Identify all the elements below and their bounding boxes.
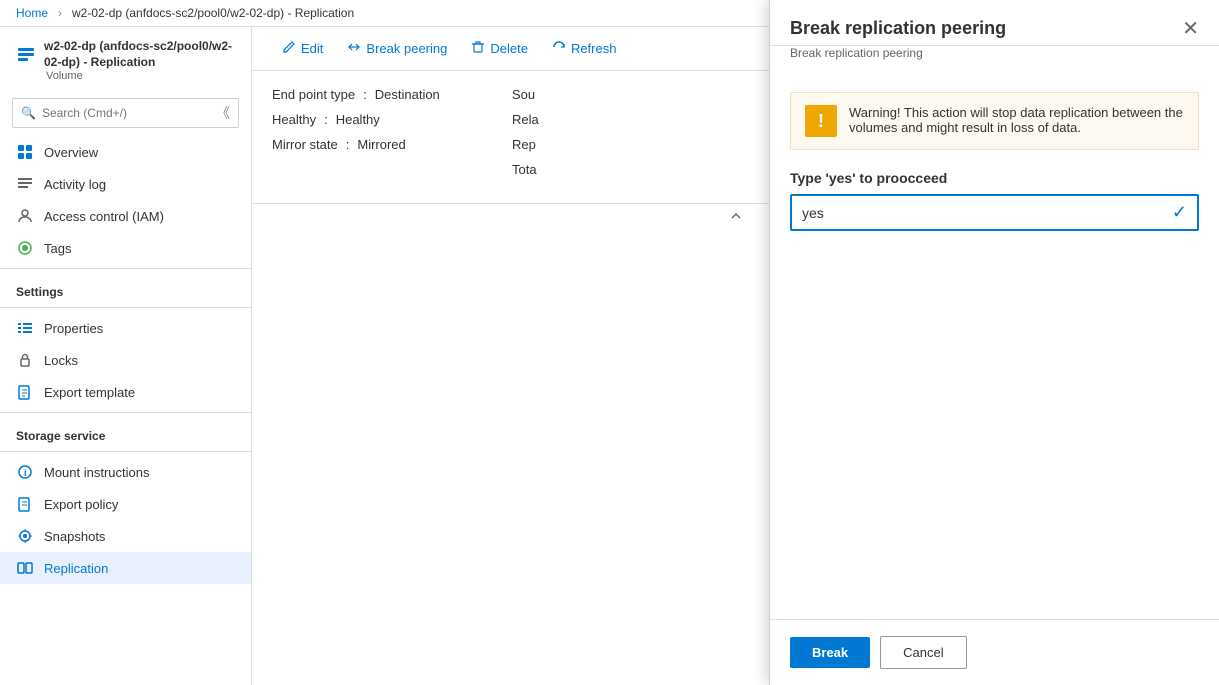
endpoint-type-label: End point type [272,87,355,102]
sidebar-item-activity-log[interactable]: Activity log [0,168,251,200]
sidebar-item-properties[interactable]: Properties [0,312,251,344]
locks-label: Locks [44,353,78,368]
mount-instructions-label: Mount instructions [44,465,150,480]
panel-footer: Break Cancel [770,619,1219,685]
break-peering-icon [347,40,361,57]
search-input[interactable] [42,106,210,120]
breadcrumb-current: w2-02-dp (anfdocs-sc2/pool0/w2-02-dp) - … [72,6,354,20]
search-box[interactable]: 🔍 《 [12,98,239,128]
home-link[interactable]: Home [16,6,48,20]
sidebar-title: w2-02-dp (anfdocs-sc2/pool0/w2-02-dp) - … [16,39,235,70]
warning-box: ! Warning! This action will stop data re… [790,92,1199,150]
volume-icon [16,44,36,66]
snapshots-label: Snapshots [44,529,105,544]
break-replication-panel: Break replication peering ✕ Break replic… [769,0,1219,685]
activity-log-label: Activity log [44,177,106,192]
refresh-button[interactable]: Refresh [542,35,627,62]
panel-header: Break replication peering ✕ [770,0,1219,46]
settings-section-label: Settings [0,273,251,303]
tags-label: Tags [44,241,71,256]
activity-log-icon [16,175,34,193]
breadcrumb-separator: › [58,6,62,20]
sidebar-item-locks[interactable]: Locks [0,344,251,376]
export-policy-icon [16,495,34,513]
sidebar-item-export-policy[interactable]: Export policy [0,488,251,520]
healthy-label: Healthy [272,112,316,127]
yes-check-icon: ✓ [1172,202,1187,223]
panel-subtitle: Break replication peering [770,46,1219,72]
overview-icon [16,143,34,161]
rep-label: Rep [512,137,536,152]
sidebar-item-replication[interactable]: Replication [0,552,251,584]
break-button[interactable]: Break [790,637,870,668]
locks-icon [16,351,34,369]
delete-label: Delete [490,41,528,56]
refresh-label: Refresh [571,41,617,56]
relationship-label: Rela [512,112,539,127]
mirror-state-value: Mirrored [357,137,405,152]
sidebar-item-mount-instructions[interactable]: i Mount instructions [0,456,251,488]
refresh-icon [552,40,566,57]
access-control-label: Access control (IAM) [44,209,164,224]
snapshots-icon [16,527,34,545]
access-control-icon [16,207,34,225]
panel-title: Break replication peering [790,18,1006,39]
source-label: Sou [512,87,535,102]
export-template-label: Export template [44,385,135,400]
yes-label: Type 'yes' to proocceed [790,170,1199,186]
sidebar-subtitle: Volume [46,70,235,82]
export-template-icon [16,383,34,401]
svg-text:i: i [24,468,27,478]
sidebar-item-export-template[interactable]: Export template [0,376,251,408]
tags-icon [16,239,34,257]
sidebar-item-snapshots[interactable]: Snapshots [0,520,251,552]
close-panel-button[interactable]: ✕ [1182,16,1199,41]
yes-input[interactable] [802,205,1172,221]
sidebar-item-tags[interactable]: Tags [0,232,251,264]
sidebar-item-access-control[interactable]: Access control (IAM) [0,200,251,232]
replication-label: Replication [44,561,108,576]
replication-icon [16,559,34,577]
storage-section-label: Storage service [0,417,251,447]
edit-label: Edit [301,41,323,56]
delete-button[interactable]: Delete [461,35,538,62]
warning-icon: ! [805,105,837,137]
healthy-value: Healthy [336,112,380,127]
properties-icon [16,319,34,337]
mount-instructions-icon: i [16,463,34,481]
edit-button[interactable]: Edit [272,35,333,62]
break-peering-label: Break peering [366,41,447,56]
overview-label: Overview [44,145,98,160]
cancel-button[interactable]: Cancel [880,636,966,669]
endpoint-type-value: Destination [375,87,440,102]
properties-label: Properties [44,321,103,336]
yes-input-wrap: ✓ [790,194,1199,231]
edit-icon [282,40,296,57]
sidebar-item-overview[interactable]: Overview [0,136,251,168]
warning-text: Warning! This action will stop data repl… [849,105,1184,135]
break-peering-button[interactable]: Break peering [337,35,457,62]
sidebar: w2-02-dp (anfdocs-sc2/pool0/w2-02-dp) - … [0,27,252,685]
export-policy-label: Export policy [44,497,118,512]
collapse-sidebar-button[interactable]: 《 [216,103,230,123]
search-icon: 🔍 [21,106,36,120]
panel-body: ! Warning! This action will stop data re… [770,72,1219,619]
mirror-state-label: Mirror state [272,137,338,152]
total-label: Tota [512,162,537,177]
delete-icon [471,40,485,57]
